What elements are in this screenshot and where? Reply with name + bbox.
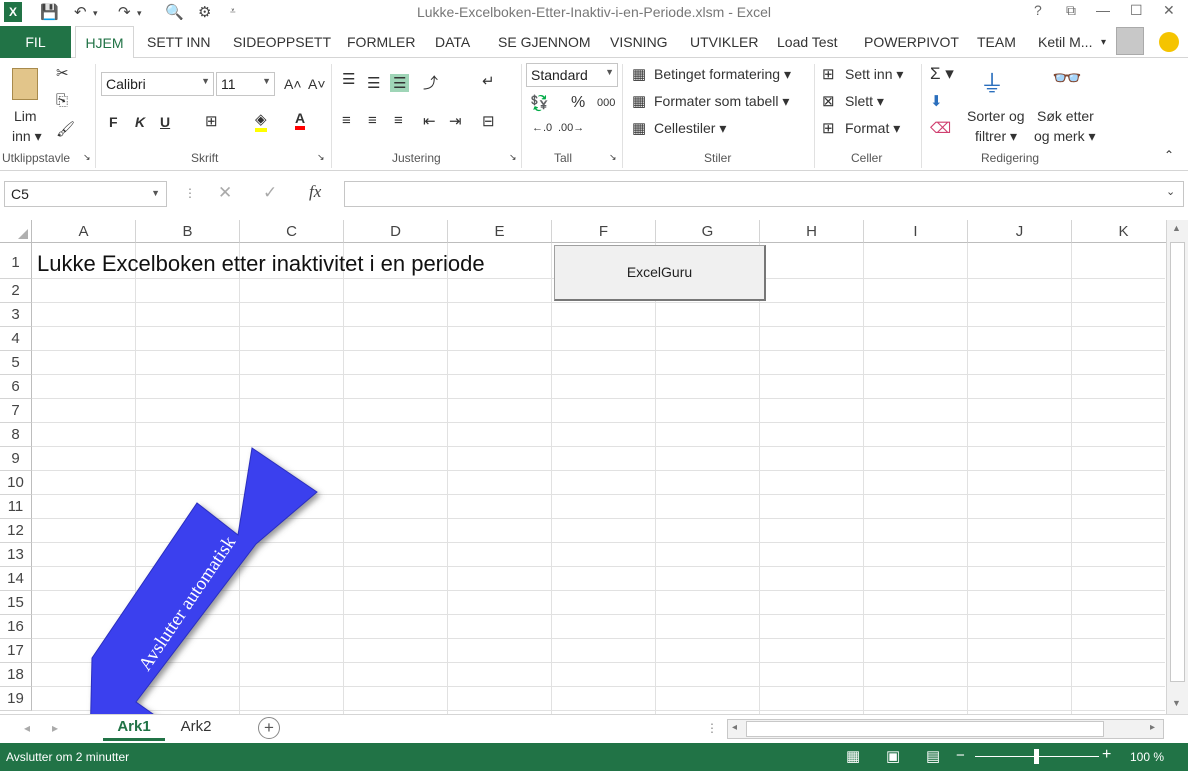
prev-sheet-icon[interactable]: ◂	[24, 721, 30, 735]
status-bar: Avslutter om 2 minutter ▦ ▣ ▤ − + 100 %	[0, 743, 1188, 771]
scroll-left-icon[interactable]: ◂	[732, 722, 737, 733]
horizontal-scroll-thumb[interactable]	[746, 721, 1104, 737]
sheet-tab-ark1[interactable]: Ark1	[103, 715, 165, 741]
normal-view-icon[interactable]: ▦	[846, 747, 860, 765]
tab-split-handle-icon[interactable]: ⋮	[706, 721, 718, 735]
zoom-out-icon[interactable]: −	[956, 747, 965, 764]
horizontal-scrollbar[interactable]: ◂ ▸	[727, 719, 1164, 739]
next-sheet-icon[interactable]: ▸	[52, 721, 58, 735]
zoom-in-icon[interactable]: +	[1102, 746, 1111, 764]
new-sheet-icon[interactable]: +	[258, 717, 280, 739]
sheet-tab-ark2[interactable]: Ark2	[168, 718, 224, 735]
arrow-annotation: Avslutter automatisk	[89, 447, 318, 746]
status-message: Avslutter om 2 minutter	[6, 750, 130, 764]
zoom-level[interactable]: 100 %	[1130, 750, 1164, 764]
page-layout-view-icon[interactable]: ▣	[886, 747, 900, 765]
scroll-right-icon[interactable]: ▸	[1150, 722, 1155, 733]
zoom-slider-thumb[interactable]	[1034, 749, 1039, 764]
sheet-tab-bar: ◂ ▸ Ark1 Ark2 + ⋮ ◂ ▸	[0, 714, 1188, 743]
page-break-view-icon[interactable]: ▤	[926, 747, 940, 765]
